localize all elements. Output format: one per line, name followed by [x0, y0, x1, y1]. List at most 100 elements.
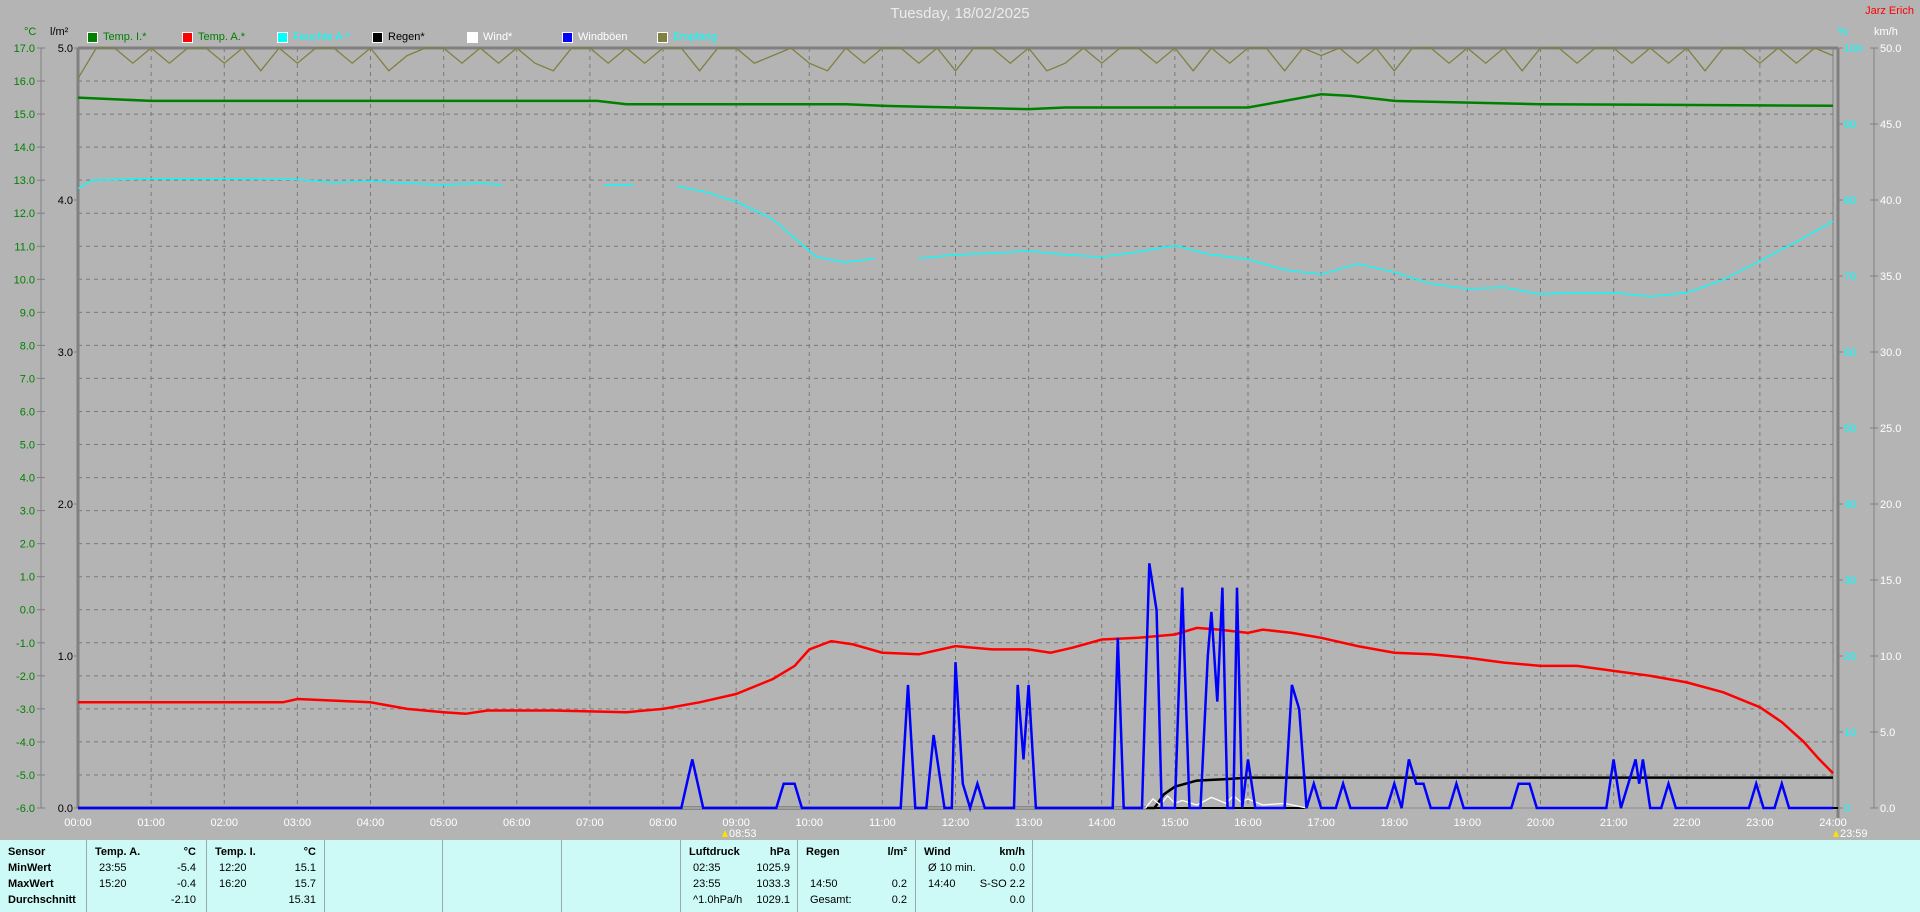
temp-tick-label: 2.0 [20, 539, 35, 551]
stats-unit: °C [303, 846, 316, 858]
legend-item: Temp. A.* [182, 31, 245, 43]
rain-unit-label: l/m² [50, 26, 69, 38]
stats-time: 23:55 [99, 862, 127, 874]
stats-empty-column [442, 840, 561, 912]
stats-value: 1025.9 [756, 862, 790, 874]
humidity-tick-label: 50 [1844, 423, 1856, 435]
rain-tick-label: 1.0 [58, 651, 73, 663]
stats-value: -0.4 [177, 878, 196, 890]
stats-value: 0.0 [1009, 894, 1025, 906]
row-label-avg: Durchschnitt [8, 894, 76, 906]
rain-tick-label: 3.0 [58, 347, 73, 359]
humidity-tick-label: 80 [1844, 195, 1856, 207]
stats-time: 14:40 [928, 878, 956, 890]
stats-value: 15.1 [294, 862, 316, 874]
time-tick-label: 16:00 [1234, 817, 1262, 829]
legend-swatch [372, 31, 383, 43]
sun-icon [1833, 830, 1839, 837]
time-tick-label: 14:00 [1088, 817, 1116, 829]
author-label: Jarz Erich [1865, 5, 1914, 17]
temp-tick-label: 17.0 [14, 43, 35, 55]
time-tick-label: 04:00 [357, 817, 385, 829]
time-tick-label: 18:00 [1380, 817, 1408, 829]
wind-tick-label: 5.0 [1880, 727, 1895, 739]
temp-tick-label: 16.0 [14, 76, 35, 88]
time-tick-label: 13:00 [1015, 817, 1043, 829]
stats-time: 12:20 [219, 862, 247, 874]
temp-tick-label: 1.0 [20, 572, 35, 584]
time-tick-label: 06:00 [503, 817, 531, 829]
wind-tick-label: 20.0 [1880, 499, 1901, 511]
stats-value: 15.31 [288, 894, 316, 906]
stats-unit: °C [183, 846, 196, 858]
stats-value: 0.2 [891, 878, 907, 890]
stats-divider [1032, 840, 1033, 912]
temp-tick-label: 9.0 [20, 307, 35, 319]
humidity-tick-label: 20 [1844, 651, 1856, 663]
stats-unit: km/h [999, 846, 1025, 858]
temp-tick-label: 10.0 [14, 274, 35, 286]
rain-tick-label: 4.0 [58, 195, 73, 207]
temp-tick-label: 6.0 [20, 406, 35, 418]
stats-value: 0.2 [891, 894, 907, 906]
stats-header: Wind [924, 846, 951, 858]
humidity-tick-label: 40 [1844, 499, 1856, 511]
time-tick-label: 01:00 [137, 817, 165, 829]
temp-tick-label: -1.0 [16, 638, 35, 650]
wind-tick-label: 40.0 [1880, 195, 1901, 207]
legend-item: Windböen [562, 31, 628, 43]
legend-label: Feuchte A.* [293, 31, 350, 43]
weather-chart: 17.0 16.0 15.0 14.0 13.0 12.0 11.0 10.0 9.0 8.0 7.… [14, 43, 1902, 829]
stats-value: 1033.3 [756, 878, 790, 890]
legend-item: Empfang [657, 31, 717, 43]
time-tick-label: 08:00 [649, 817, 677, 829]
rain-tick-label: 0.0 [58, 803, 73, 815]
legend-label: Temp. I.* [103, 31, 147, 43]
stats-value: -5.4 [177, 862, 196, 874]
stats-unit: hPa [769, 846, 790, 858]
stats-column: Regen l/m² 14:50 0.2 Gesamt: 0.2 [797, 840, 915, 912]
time-tick-label: 22:00 [1673, 817, 1701, 829]
temp-tick-label: 4.0 [20, 473, 35, 485]
time-tick-label: 03:00 [284, 817, 312, 829]
stats-time: 14:50 [810, 878, 838, 890]
rain-tick-label: 2.0 [58, 499, 73, 511]
time-tick-label: 07:00 [576, 817, 604, 829]
row-label-max: MaxWert [8, 878, 54, 890]
stats-empty-column [324, 840, 442, 912]
time-tick-label: 11:00 [869, 817, 896, 829]
stats-column: Wind km/h Ø 10 min. 0.0 14:40 S-SO 2.2 0.0 [915, 840, 1033, 912]
series-line-feuchte-a [677, 185, 876, 263]
wind-tick-label: 35.0 [1880, 271, 1901, 283]
sunset-time: 23:59 [1840, 828, 1868, 840]
humidity-tick-label: 60 [1844, 347, 1856, 359]
temp-tick-label: 15.0 [14, 109, 35, 121]
stats-row-labels: Sensor MinWert MaxWert Durchschnitt [0, 840, 86, 912]
legend-label: Windböen [578, 31, 628, 43]
wind-tick-label: 15.0 [1880, 575, 1901, 587]
stats-time: Ø 10 min. [928, 862, 976, 874]
legend-swatch [182, 31, 193, 43]
temp-unit-label: °C [24, 26, 37, 38]
temp-tick-label: 11.0 [14, 241, 35, 253]
temp-tick-label: -3.0 [16, 704, 35, 716]
time-tick-label: 20:00 [1527, 817, 1555, 829]
legend-item: Wind* [467, 31, 512, 43]
humidity-tick-label: 90 [1844, 119, 1856, 131]
temp-tick-label: 13.0 [14, 175, 35, 187]
stats-value: 15.7 [294, 878, 316, 890]
row-label-sensor: Sensor [8, 846, 46, 858]
stats-column: Luftdruck hPa 02:35 1025.9 23:55 1033.3 ^1.0hP… [680, 840, 798, 912]
time-tick-label: 15:00 [1161, 817, 1189, 829]
legend-item: Feuchte A.* [277, 31, 350, 43]
wind-tick-label: 45.0 [1880, 119, 1901, 131]
humidity-tick-label: 30 [1844, 575, 1856, 587]
row-label-min: MinWert [8, 862, 52, 874]
stats-unit: l/m² [887, 846, 907, 858]
humidity-tick-label: 70 [1844, 271, 1856, 283]
stats-empty-column [561, 840, 680, 912]
stats-column: Temp. A. °C 23:55 -5.4 15:20 -0.4 -2.10 [86, 840, 204, 912]
chart-title: Tuesday, 18/02/2025 [890, 5, 1030, 22]
temp-tick-label: -2.0 [16, 671, 35, 683]
stats-time: 15:20 [99, 878, 127, 890]
